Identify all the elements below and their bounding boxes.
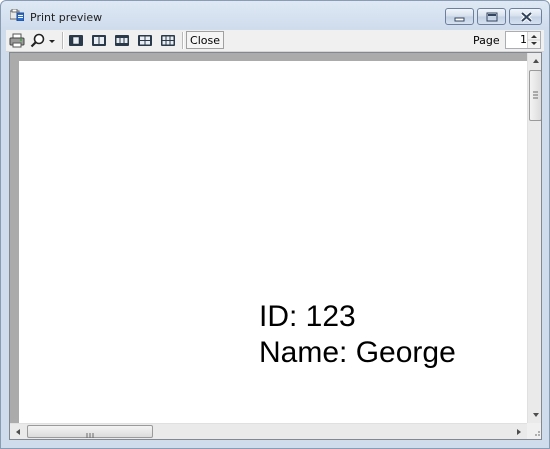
horizontal-scrollbar[interactable] [10,423,527,440]
close-preview-button[interactable]: Close [186,31,224,49]
scroll-down-arrow-icon[interactable] [528,407,542,423]
six-pages-icon[interactable] [160,33,176,48]
page-label: Page [473,34,500,47]
page-number-stepper[interactable]: 1 [505,31,541,49]
title-bar[interactable]: Print preview [1,1,549,29]
toolbar-separator [62,32,64,49]
zoom-dropdown-icon[interactable] [47,33,57,48]
minimize-icon [454,17,465,22]
scroll-left-arrow-icon[interactable] [10,424,26,440]
grip-icon [533,91,538,99]
grip-icon [86,433,94,438]
four-pages-icon[interactable] [137,33,153,48]
scroll-up-arrow-icon[interactable] [528,53,542,69]
preview-page: ID: 123 Name: George [19,61,531,439]
close-icon [520,11,533,23]
print-preview-icon [10,9,24,21]
preview-toolbar: Close Page 1 [6,30,544,52]
print-icon[interactable] [9,33,25,48]
size-grip-icon [535,431,540,436]
minimize-button[interactable] [445,8,474,25]
two-pages-icon[interactable] [91,33,107,48]
toolbar-separator [182,32,184,49]
three-pages-icon[interactable] [114,33,130,48]
page-spin-arrows[interactable] [527,32,540,48]
document-text-id: ID: 123 [259,300,356,333]
print-preview-window: Print preview Close Page 1 ID: 123 Name:… [0,0,550,449]
document-text-name: Name: George [259,336,456,369]
vertical-scroll-thumb[interactable] [529,70,541,121]
horizontal-scroll-thumb[interactable] [27,425,153,438]
spin-up-down-icon[interactable] [528,32,540,48]
close-window-button[interactable] [509,8,542,25]
scroll-right-arrow-icon[interactable] [511,424,527,440]
page-number-value[interactable]: 1 [506,32,527,48]
maximize-button[interactable] [477,8,506,25]
window-title: Print preview [30,11,103,24]
zoom-icon[interactable] [30,33,46,48]
vertical-scrollbar[interactable] [527,53,542,423]
one-page-icon[interactable] [68,33,84,48]
maximize-icon [486,12,498,22]
preview-area: ID: 123 Name: George [9,52,542,440]
size-grip-corner[interactable] [527,423,541,439]
